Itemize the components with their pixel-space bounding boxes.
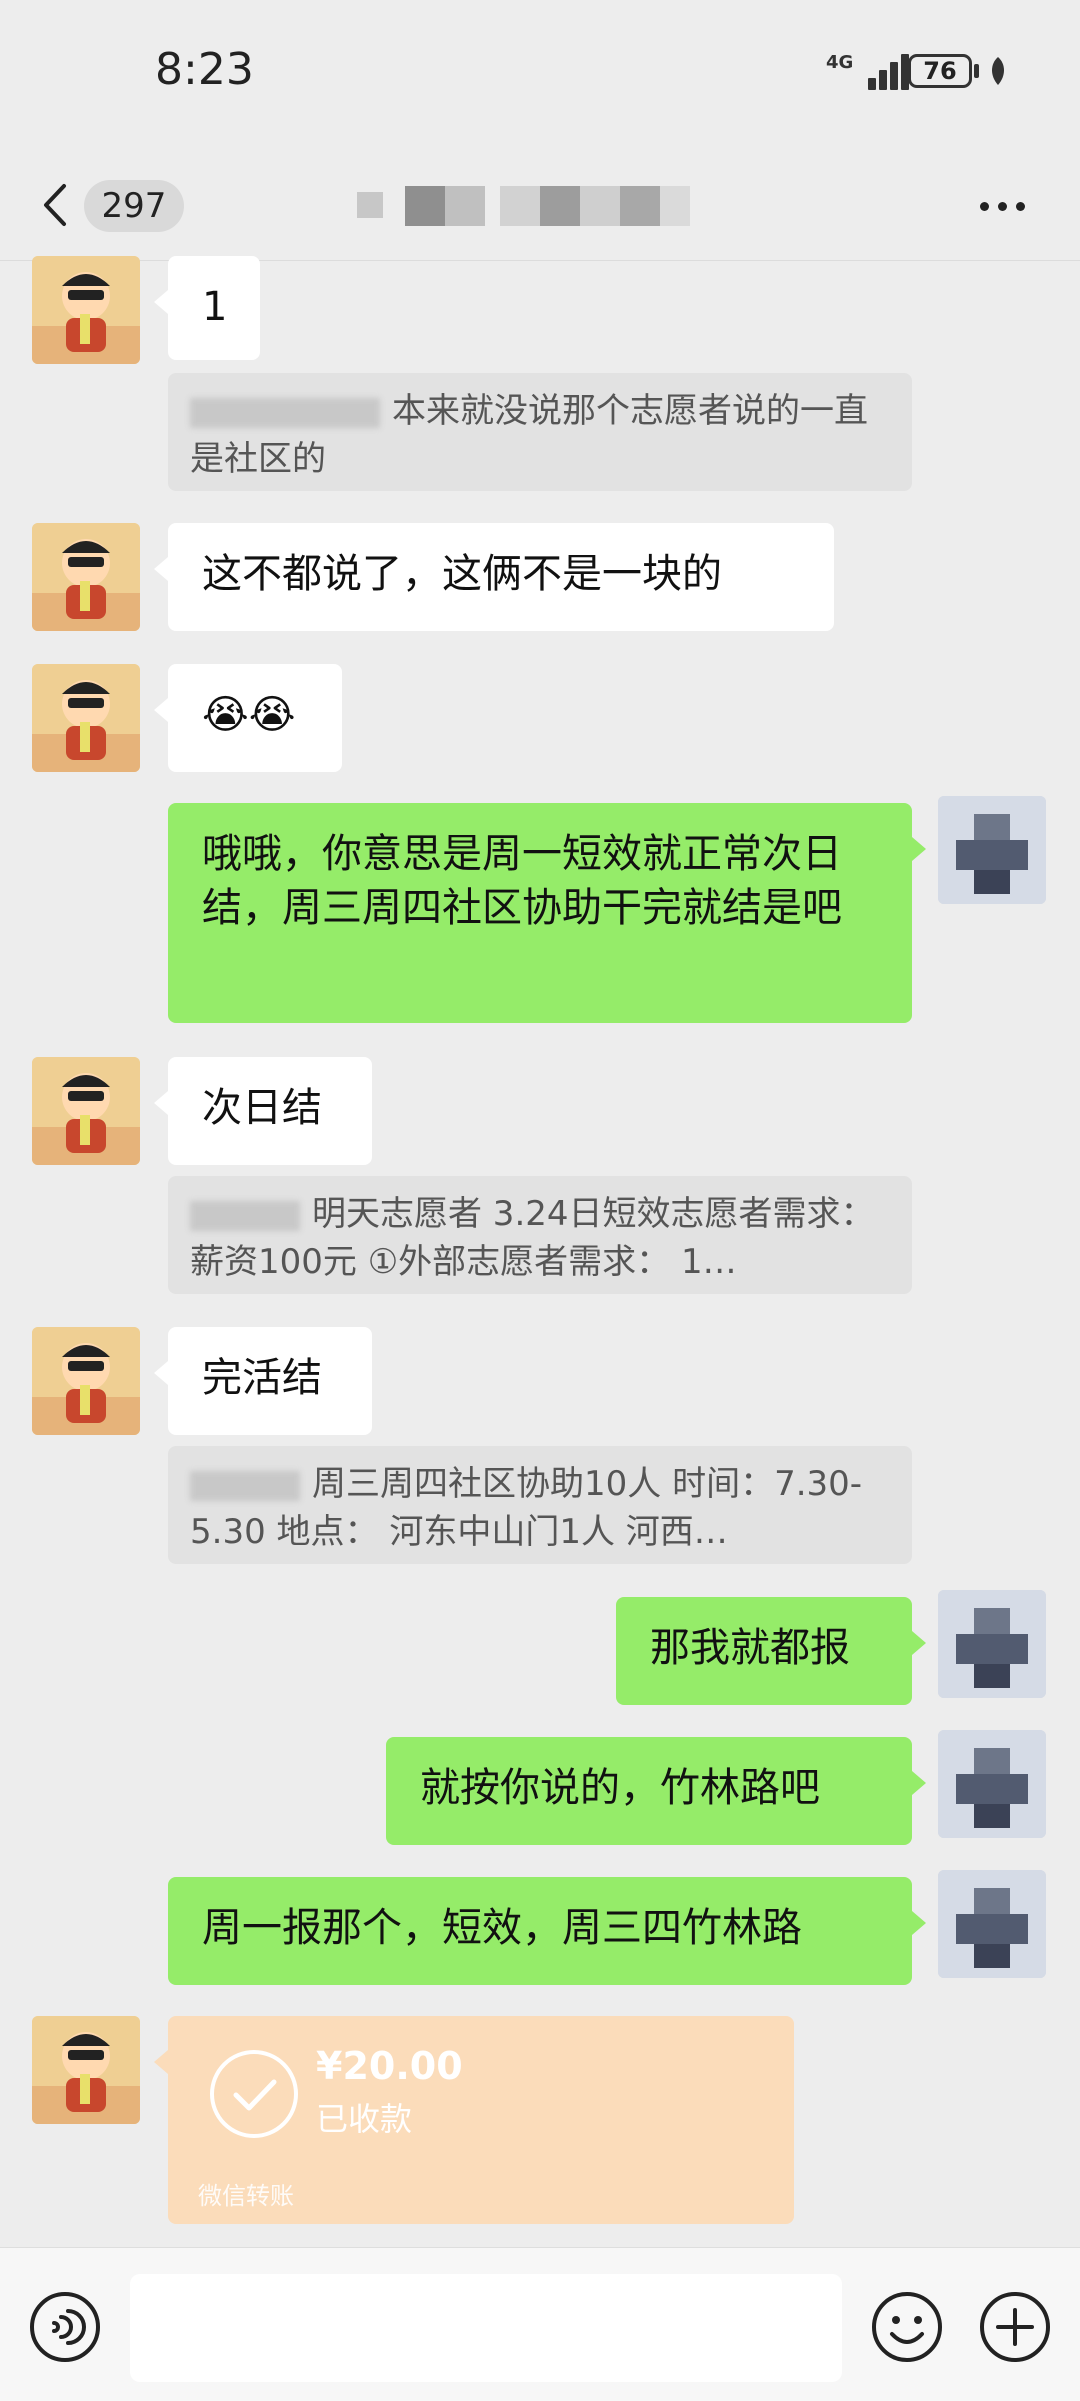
message-bubble[interactable]: 次日结 (154, 1057, 372, 1165)
message-bubble[interactable]: 这不都说了，这俩不是一块的 (154, 523, 834, 631)
battery-tip (974, 64, 979, 78)
transfer-card[interactable]: ¥20.00 已收款 微信转账 (154, 2016, 794, 2224)
cartoon-avatar-icon (32, 1057, 140, 1165)
transfer-status: 已收款 (316, 2100, 413, 2138)
message-input[interactable] (130, 2274, 842, 2382)
blurred-sender (190, 397, 380, 428)
blurred-sender (190, 1470, 300, 1501)
quoted-message[interactable]: 本来就没说那个志愿者说的一直是社区的 (168, 373, 912, 491)
sent-message-bubble[interactable]: 哦哦，你意思是周一短效就正常次日结，周三周四社区协助干完就结是吧 (168, 803, 926, 1023)
emoji-icon[interactable] (870, 2290, 944, 2364)
emoji-message-bubble[interactable]: 😭😭 (154, 664, 342, 772)
cartoon-avatar-icon (32, 523, 140, 631)
cartoon-avatar-icon (32, 664, 140, 772)
sent-message-bubble[interactable]: 周一报那个，短效，周三四竹林路 (168, 1877, 926, 1985)
my-avatar-blurred[interactable] (938, 1870, 1046, 1978)
unread-count-badge[interactable]: 297 (84, 180, 184, 232)
chat-header: 297 (0, 150, 1080, 261)
pixelated-avatar-icon (938, 796, 1046, 904)
sent-message-bubble[interactable]: 那我就都报 (616, 1597, 926, 1705)
chat-title-blurred (335, 170, 695, 240)
my-avatar-blurred[interactable] (938, 796, 1046, 904)
friend-avatar[interactable] (32, 1057, 140, 1165)
my-avatar-blurred[interactable] (938, 1730, 1046, 1838)
sent-message-bubble[interactable]: 就按你说的，竹林路吧 (386, 1737, 926, 1845)
friend-avatar[interactable] (32, 664, 140, 772)
network-type: 4G (826, 52, 854, 73)
more-icon[interactable] (976, 188, 1032, 224)
cartoon-avatar-icon (32, 256, 140, 364)
cartoon-avatar-icon (32, 2016, 140, 2124)
pixelated-avatar-icon (938, 1730, 1046, 1838)
friend-avatar[interactable] (32, 2016, 140, 2124)
message-bubble[interactable]: 完活结 (154, 1327, 372, 1435)
friend-avatar[interactable] (32, 1327, 140, 1435)
leaf-icon (992, 57, 1004, 85)
battery-icon: 76 (908, 54, 972, 88)
transfer-label: 微信转账 (198, 2182, 294, 2210)
quoted-message[interactable]: 周三周四社区协助10人 时间：7.30-5.30 地点： 河东中山门1人 河西… (168, 1446, 912, 1564)
status-bar: 8:23 4G 76 (0, 0, 1080, 150)
pixelated-avatar-icon (938, 1870, 1046, 1978)
friend-avatar[interactable] (32, 523, 140, 631)
quoted-message[interactable]: 明天志愿者 3.24日短效志愿者需求： 薪资100元 ①外部志愿者需求： 1… (168, 1176, 912, 1294)
voice-icon[interactable] (28, 2290, 102, 2364)
check-icon (210, 2050, 298, 2138)
input-bar (0, 2247, 1080, 2401)
plus-icon[interactable] (978, 2290, 1052, 2364)
my-avatar-blurred[interactable] (938, 1590, 1046, 1698)
pixelated-avatar-icon (938, 1590, 1046, 1698)
back-arrow-icon[interactable] (36, 180, 76, 230)
blurred-sender (190, 1200, 300, 1231)
friend-avatar[interactable] (32, 256, 140, 364)
message-bubble[interactable]: 1 (154, 256, 260, 360)
transfer-amount: ¥20.00 (316, 2044, 463, 2088)
status-time: 8:23 (155, 44, 254, 95)
cartoon-avatar-icon (32, 1327, 140, 1435)
